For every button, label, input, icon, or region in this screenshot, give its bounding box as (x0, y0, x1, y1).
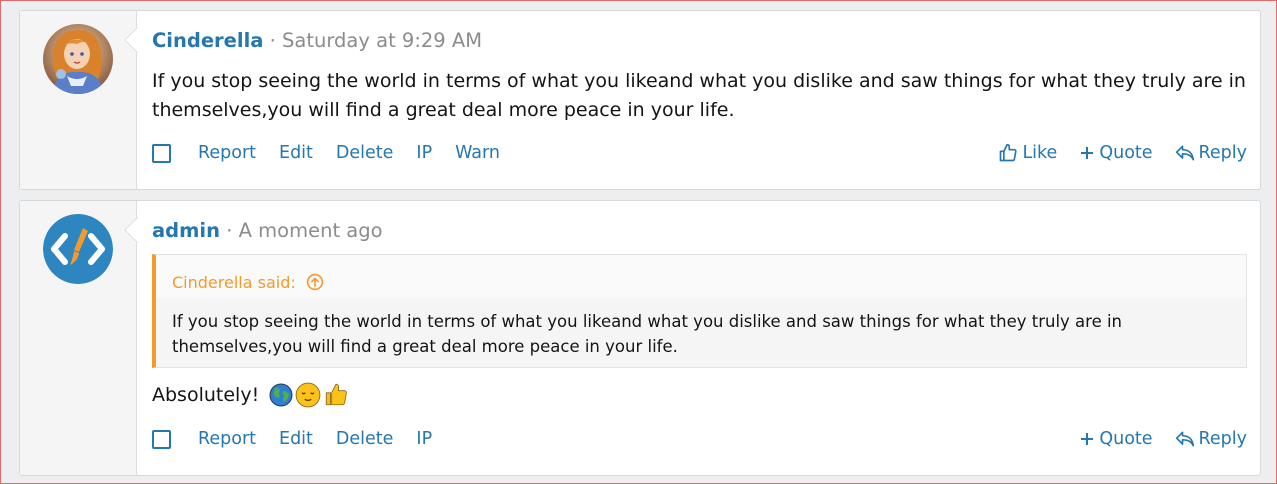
ip-link[interactable]: IP (416, 143, 432, 163)
delete-link[interactable]: Delete (336, 143, 394, 163)
reply-label: Reply (1198, 143, 1247, 163)
quote-header: Cinderella said: (156, 255, 1246, 298)
reply-button[interactable]: Reply (1175, 429, 1247, 449)
quote-author[interactable]: Cinderella said: (172, 273, 296, 292)
relieved-face-icon (295, 382, 321, 408)
post-content: Cinderella · Saturday at 9:29 AM If you … (137, 11, 1261, 189)
ip-link[interactable]: IP (416, 429, 432, 449)
select-post-checkbox[interactable] (152, 429, 171, 449)
avatar-admin[interactable] (43, 214, 113, 284)
post-time[interactable]: A moment ago (239, 219, 383, 242)
avatar-cinderella[interactable] (43, 24, 113, 94)
thumbs-up-outline-icon (1000, 143, 1018, 162)
reply-arrow-icon (1175, 431, 1194, 447)
edit-link[interactable]: Edit (279, 143, 313, 163)
post-actions: Report Edit Delete IP Warn Like Quote Re… (152, 139, 1247, 167)
quote-label: Quote (1099, 429, 1153, 449)
plus-icon (1081, 433, 1094, 445)
quote-text: If you stop seeing the world in terms of… (172, 312, 1123, 356)
post-right-actions: Quote Reply (1057, 429, 1247, 449)
post-admin: admin · A moment ago Cinderella said: If… (19, 200, 1261, 476)
post-message-row: Absolutely! (152, 381, 1247, 409)
user-column (20, 201, 150, 475)
reply-label: Reply (1198, 429, 1247, 449)
like-label: Like (1022, 143, 1058, 163)
post-right-actions: Like Quote Reply (976, 143, 1247, 163)
post-meta: admin · A moment ago (152, 217, 1247, 245)
reply-arrow-icon (1175, 145, 1194, 161)
delete-link[interactable]: Delete (336, 429, 394, 449)
username-link[interactable]: Cinderella (152, 29, 263, 52)
meta-separator: · (226, 219, 233, 242)
report-link[interactable]: Report (198, 143, 256, 163)
username-link[interactable]: admin (152, 219, 220, 242)
select-post-checkbox[interactable] (152, 143, 171, 163)
post-meta: Cinderella · Saturday at 9:29 AM (152, 27, 1247, 55)
quote-button[interactable]: Quote (1079, 143, 1153, 163)
post-time[interactable]: Saturday at 9:29 AM (282, 29, 482, 52)
post-content: admin · A moment ago Cinderella said: If… (137, 201, 1261, 475)
quote-label: Quote (1099, 143, 1153, 163)
post-actions: Report Edit Delete IP Quote Reply (152, 425, 1247, 453)
meta-separator: · (269, 29, 276, 52)
thumbs-up-icon (323, 382, 349, 408)
user-column (20, 11, 150, 189)
post-message: If you stop seeing the world in terms of… (152, 70, 1246, 121)
reply-button[interactable]: Reply (1175, 143, 1247, 163)
like-button[interactable]: Like (998, 143, 1057, 163)
plus-icon (1081, 147, 1094, 159)
edit-link[interactable]: Edit (279, 429, 313, 449)
report-link[interactable]: Report (198, 429, 256, 449)
earth-globe-icon (269, 383, 293, 407)
quote-block: Cinderella said: If you stop seeing the … (152, 254, 1247, 368)
quote-button[interactable]: Quote (1079, 429, 1153, 449)
post-cinderella: Cinderella · Saturday at 9:29 AM If you … (19, 10, 1261, 190)
warn-link[interactable]: Warn (455, 143, 500, 163)
post-message: Absolutely! (152, 384, 260, 406)
arrow-up-circle-icon[interactable] (306, 273, 324, 291)
